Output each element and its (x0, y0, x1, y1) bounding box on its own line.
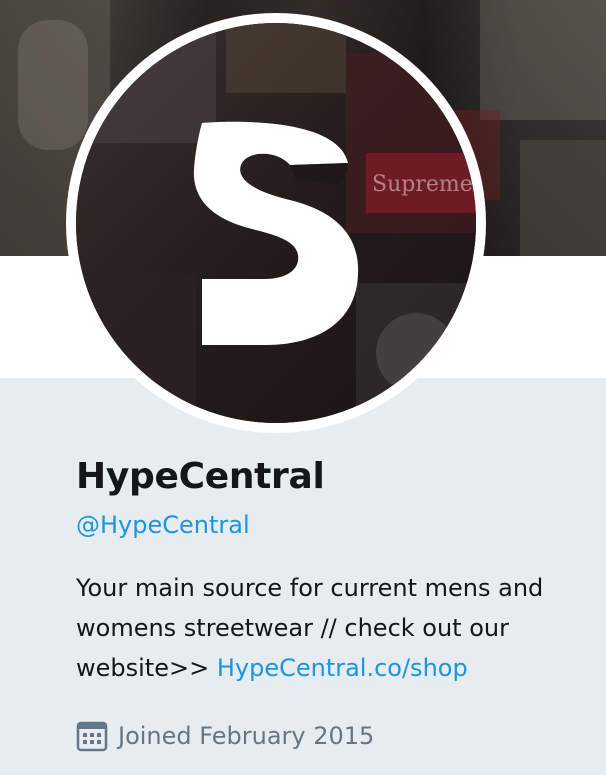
background-supreme-text: Supreme (372, 172, 473, 197)
profile-display-name: HypeCentral (76, 456, 325, 497)
profile-screen-name-link[interactable]: @HypeCentral (76, 509, 250, 541)
profile-avatar[interactable]: Supreme (66, 13, 486, 433)
joined-date-text: Joined February 2015 (118, 722, 375, 750)
profile-bio: Your main source for current mens and wo… (76, 568, 586, 688)
bio-website-link[interactable]: HypeCentral.co/shop (217, 654, 468, 682)
avatar-image: Supreme (76, 23, 476, 423)
profile-page: Supreme HypeCentral @HypeCentral Your ma… (0, 0, 606, 775)
profile-joined-date: Joined February 2015 (76, 716, 374, 756)
calendar-icon (76, 721, 108, 752)
hypecentral-logo: Supreme (76, 23, 476, 423)
